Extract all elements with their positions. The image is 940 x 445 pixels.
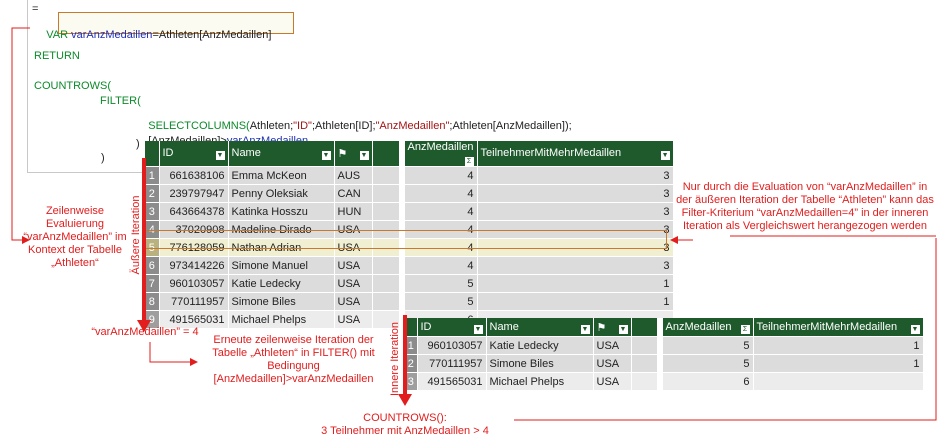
inner-iteration-label: Innere Iteration	[389, 322, 401, 396]
countrows-result-sub: 3 Teilnehmer mit AnzMedaillen > 4	[321, 425, 489, 437]
right-annotation: Nur durch die Evaluation von “varAnzMeda…	[676, 181, 934, 232]
countrows-result-title: COUNTROWS():	[363, 412, 447, 424]
left-annotation: Zeilenweise Evaluierung “varAnzMedaillen…	[23, 205, 127, 269]
outer-iteration-label: Äußere Iteration	[130, 195, 142, 275]
mid-annotation: Erneute zeilenweise Iteration der Tabell…	[212, 334, 375, 385]
